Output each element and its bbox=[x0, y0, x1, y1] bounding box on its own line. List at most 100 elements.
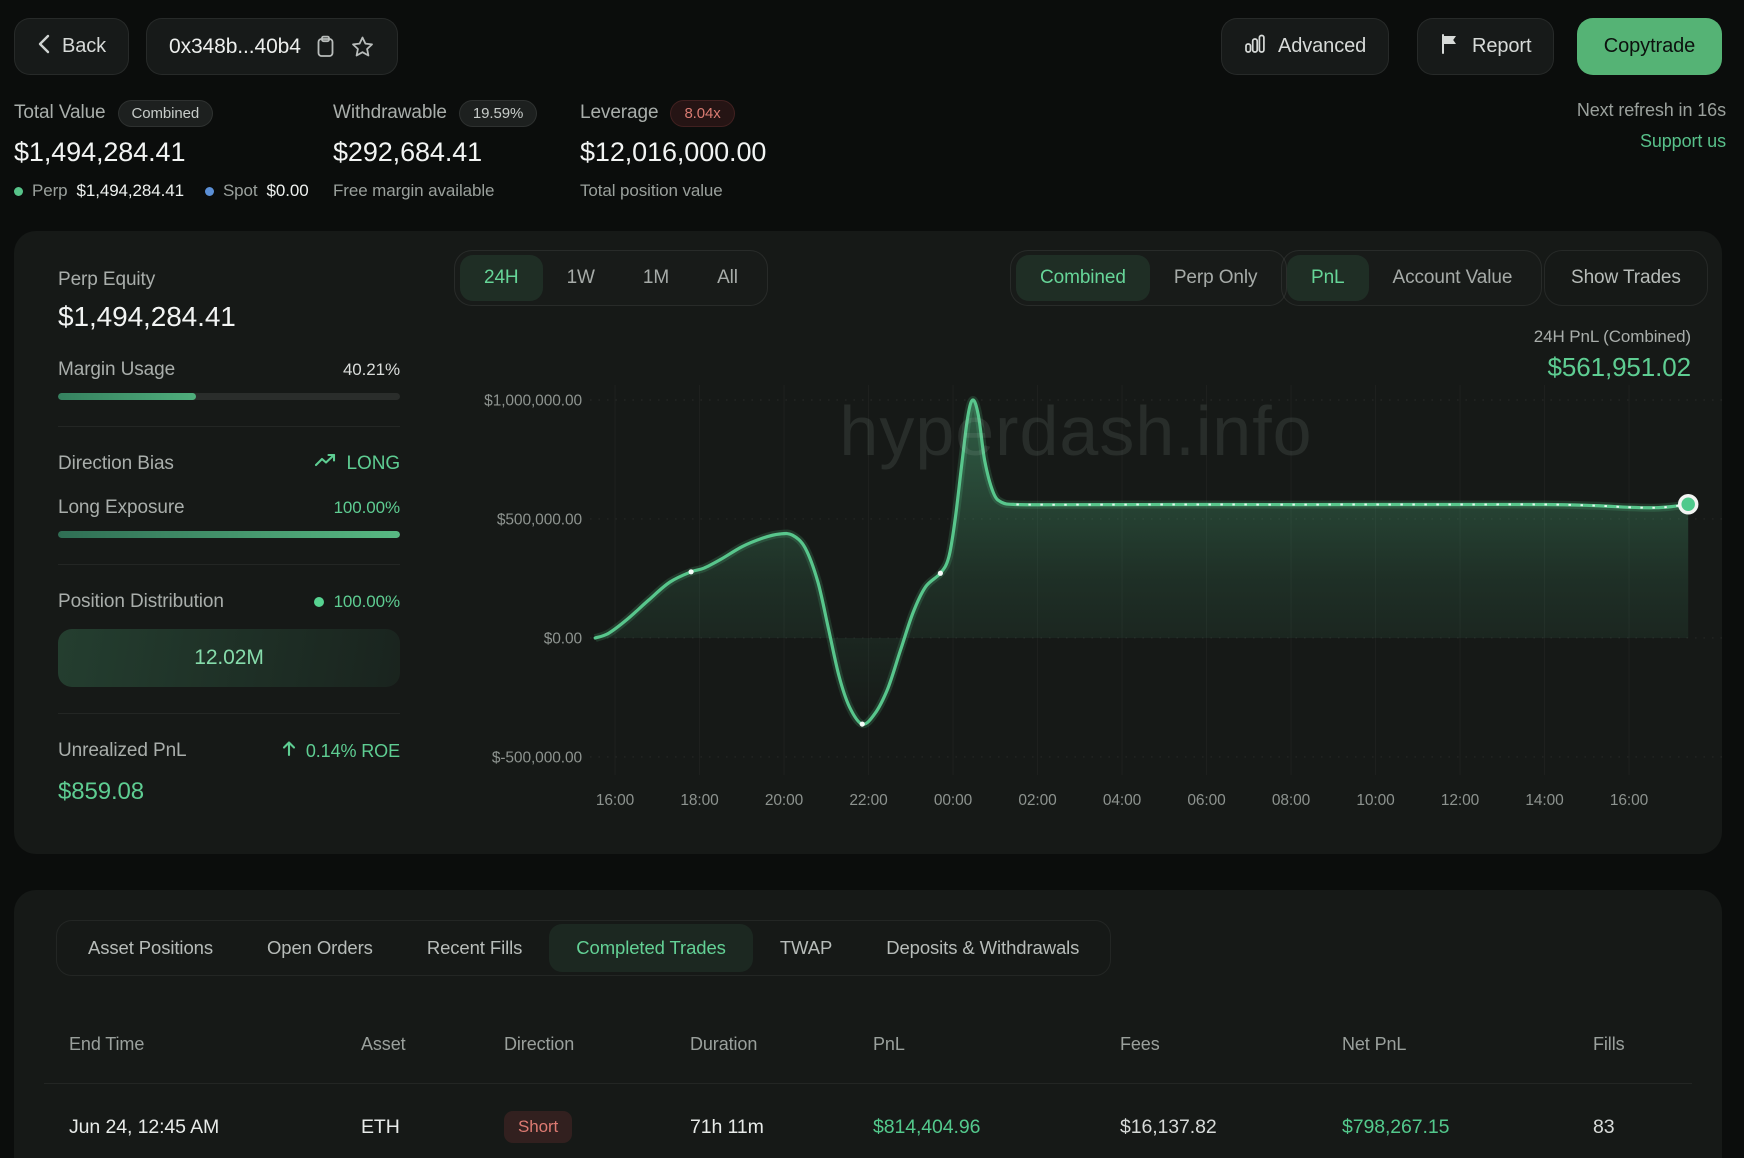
perp-equity-value: $1,494,284.41 bbox=[58, 301, 400, 333]
tab-perp-only[interactable]: Perp Only bbox=[1150, 255, 1282, 301]
table-divider bbox=[44, 1083, 1692, 1084]
table-row[interactable]: Jun 24, 12:45 AM ETH Short 71h 11m $814,… bbox=[14, 1095, 1722, 1158]
star-icon[interactable] bbox=[350, 35, 375, 59]
support-us-link[interactable]: Support us bbox=[1640, 131, 1726, 152]
position-distribution-label: Position Distribution bbox=[58, 591, 224, 613]
tab-1m[interactable]: 1M bbox=[619, 255, 693, 301]
long-exposure-bar bbox=[58, 531, 400, 538]
tab-all[interactable]: All bbox=[693, 255, 762, 301]
chart-pnl-value: $561,951.02 bbox=[1548, 352, 1692, 383]
copytrade-button[interactable]: Copytrade bbox=[1577, 18, 1722, 75]
perp-value: $1,494,284.41 bbox=[77, 181, 184, 201]
col-net-pnl: Net PnL bbox=[1342, 1034, 1593, 1055]
leverage-sub: Total position value bbox=[580, 181, 723, 201]
data-point-marker bbox=[938, 571, 943, 576]
x-axis-label: 08:00 bbox=[1272, 792, 1311, 809]
wallet-address-pill[interactable]: 0x348b...40b4 bbox=[146, 18, 398, 75]
metric-tabs: PnL Account Value bbox=[1281, 250, 1542, 306]
perp-equity-label: Perp Equity bbox=[58, 269, 400, 291]
tab-account-value[interactable]: Account Value bbox=[1369, 255, 1537, 301]
distribution-segment[interactable]: 12.02M bbox=[58, 629, 400, 687]
table-header: End Time Asset Direction Duration PnL Fe… bbox=[14, 1030, 1722, 1058]
x-axis-label: 04:00 bbox=[1103, 792, 1142, 809]
x-axis-label: 02:00 bbox=[1018, 792, 1057, 809]
total-value: $1,494,284.41 bbox=[14, 137, 309, 168]
bar-chart-icon bbox=[1244, 33, 1266, 61]
total-value-label: Total Value bbox=[14, 102, 106, 124]
col-pnl: PnL bbox=[873, 1034, 1120, 1055]
x-axis-label: 10:00 bbox=[1356, 792, 1395, 809]
data-point-marker bbox=[689, 569, 694, 574]
spot-value: $0.00 bbox=[267, 181, 309, 201]
roe-value: 0.14% ROE bbox=[306, 741, 400, 762]
pnl-chart-svg[interactable]: $1,000,000.00 $500,000.00 $0.00 $-500,000.0… bbox=[430, 385, 1722, 825]
x-axis-label: 12:00 bbox=[1441, 792, 1480, 809]
mode-tabs: Combined Perp Only bbox=[1010, 250, 1287, 306]
long-exposure-label: Long Exposure bbox=[58, 497, 185, 519]
tab-twap[interactable]: TWAP bbox=[753, 924, 859, 972]
spot-label: Spot bbox=[223, 181, 258, 201]
cell-pnl: $814,404.96 bbox=[873, 1116, 1120, 1139]
tab-1w[interactable]: 1W bbox=[543, 255, 619, 301]
overview-column: Perp Equity $1,494,284.41 Margin Usage 4… bbox=[58, 269, 400, 806]
tab-deposits-withdrawals[interactable]: Deposits & Withdrawals bbox=[859, 924, 1106, 972]
back-button[interactable]: Back bbox=[14, 18, 129, 75]
report-button[interactable]: Report bbox=[1417, 18, 1554, 75]
portfolio-panel: Perp Equity $1,494,284.41 Margin Usage 4… bbox=[14, 231, 1722, 854]
cell-fills: 83 bbox=[1593, 1116, 1722, 1139]
x-axis-label: 16:00 bbox=[1610, 792, 1649, 809]
withdrawable-value: $292,684.41 bbox=[333, 137, 537, 168]
trades-tabbar: Asset Positions Open Orders Recent Fills… bbox=[56, 920, 1111, 976]
current-value-dot bbox=[1680, 496, 1697, 513]
col-end-time: End Time bbox=[69, 1034, 361, 1055]
advanced-button[interactable]: Advanced bbox=[1221, 18, 1389, 75]
margin-usage-value: 40.21% bbox=[343, 360, 400, 380]
tab-recent-fills[interactable]: Recent Fills bbox=[400, 924, 549, 972]
withdrawable-stat: Withdrawable 19.59% $292,684.41 Free mar… bbox=[333, 98, 537, 201]
y-axis-label: $0.00 bbox=[544, 630, 583, 647]
col-asset: Asset bbox=[361, 1034, 504, 1055]
back-label: Back bbox=[62, 35, 106, 58]
show-trades-button[interactable]: Show Trades bbox=[1544, 250, 1708, 306]
distribution-dot-icon bbox=[314, 597, 324, 607]
tab-24h[interactable]: 24H bbox=[460, 255, 543, 301]
divider bbox=[58, 713, 400, 714]
y-axis-label: $1,000,000.00 bbox=[484, 392, 582, 409]
pnl-chart[interactable]: $1,000,000.00 $500,000.00 $0.00 $-500,000.0… bbox=[430, 385, 1722, 825]
tab-combined[interactable]: Combined bbox=[1016, 255, 1150, 301]
trending-up-icon bbox=[315, 453, 337, 475]
position-distribution-value: 100.00% bbox=[334, 592, 400, 612]
advanced-label: Advanced bbox=[1278, 35, 1366, 58]
y-axis-label: $-500,000.00 bbox=[492, 749, 583, 766]
copy-icon[interactable] bbox=[315, 35, 336, 58]
leverage-badge: 8.04x bbox=[670, 100, 734, 127]
y-axis-label: $500,000.00 bbox=[497, 511, 583, 528]
direction-bias-value: LONG bbox=[347, 453, 400, 475]
tab-asset-positions[interactable]: Asset Positions bbox=[61, 924, 240, 972]
tab-pnl[interactable]: PnL bbox=[1287, 255, 1369, 301]
arrow-up-icon bbox=[282, 740, 296, 762]
total-value-stat: Total Value Combined $1,494,284.41 Perp … bbox=[14, 98, 309, 201]
cell-asset: ETH bbox=[361, 1116, 504, 1139]
divider bbox=[58, 564, 400, 565]
timeframe-tabs: 24H 1W 1M All bbox=[454, 250, 768, 306]
pnl-area-fill bbox=[595, 400, 1688, 724]
withdrawable-sub: Free margin available bbox=[333, 181, 494, 201]
report-label: Report bbox=[1472, 35, 1531, 58]
leverage-stat: Leverage 8.04x $12,016,000.00 Total posi… bbox=[580, 98, 766, 201]
cell-net-pnl: $798,267.15 bbox=[1342, 1116, 1593, 1139]
refresh-countdown: Next refresh in 16s bbox=[1577, 100, 1726, 121]
tab-open-orders[interactable]: Open Orders bbox=[240, 924, 400, 972]
direction-badge: Short bbox=[504, 1111, 572, 1143]
leverage-label: Leverage bbox=[580, 102, 658, 124]
tab-completed-trades[interactable]: Completed Trades bbox=[549, 924, 753, 972]
x-axis-label: 20:00 bbox=[765, 792, 804, 809]
long-exposure-value: 100.00% bbox=[334, 498, 400, 518]
leverage-value: $12,016,000.00 bbox=[580, 137, 766, 168]
show-trades-label: Show Trades bbox=[1571, 267, 1681, 289]
col-fees: Fees bbox=[1120, 1034, 1342, 1055]
x-axis-label: 18:00 bbox=[680, 792, 719, 809]
x-axis-label: 22:00 bbox=[849, 792, 888, 809]
margin-usage-fill bbox=[58, 393, 196, 400]
chart-pnl-label: 24H PnL (Combined) bbox=[1534, 327, 1691, 347]
